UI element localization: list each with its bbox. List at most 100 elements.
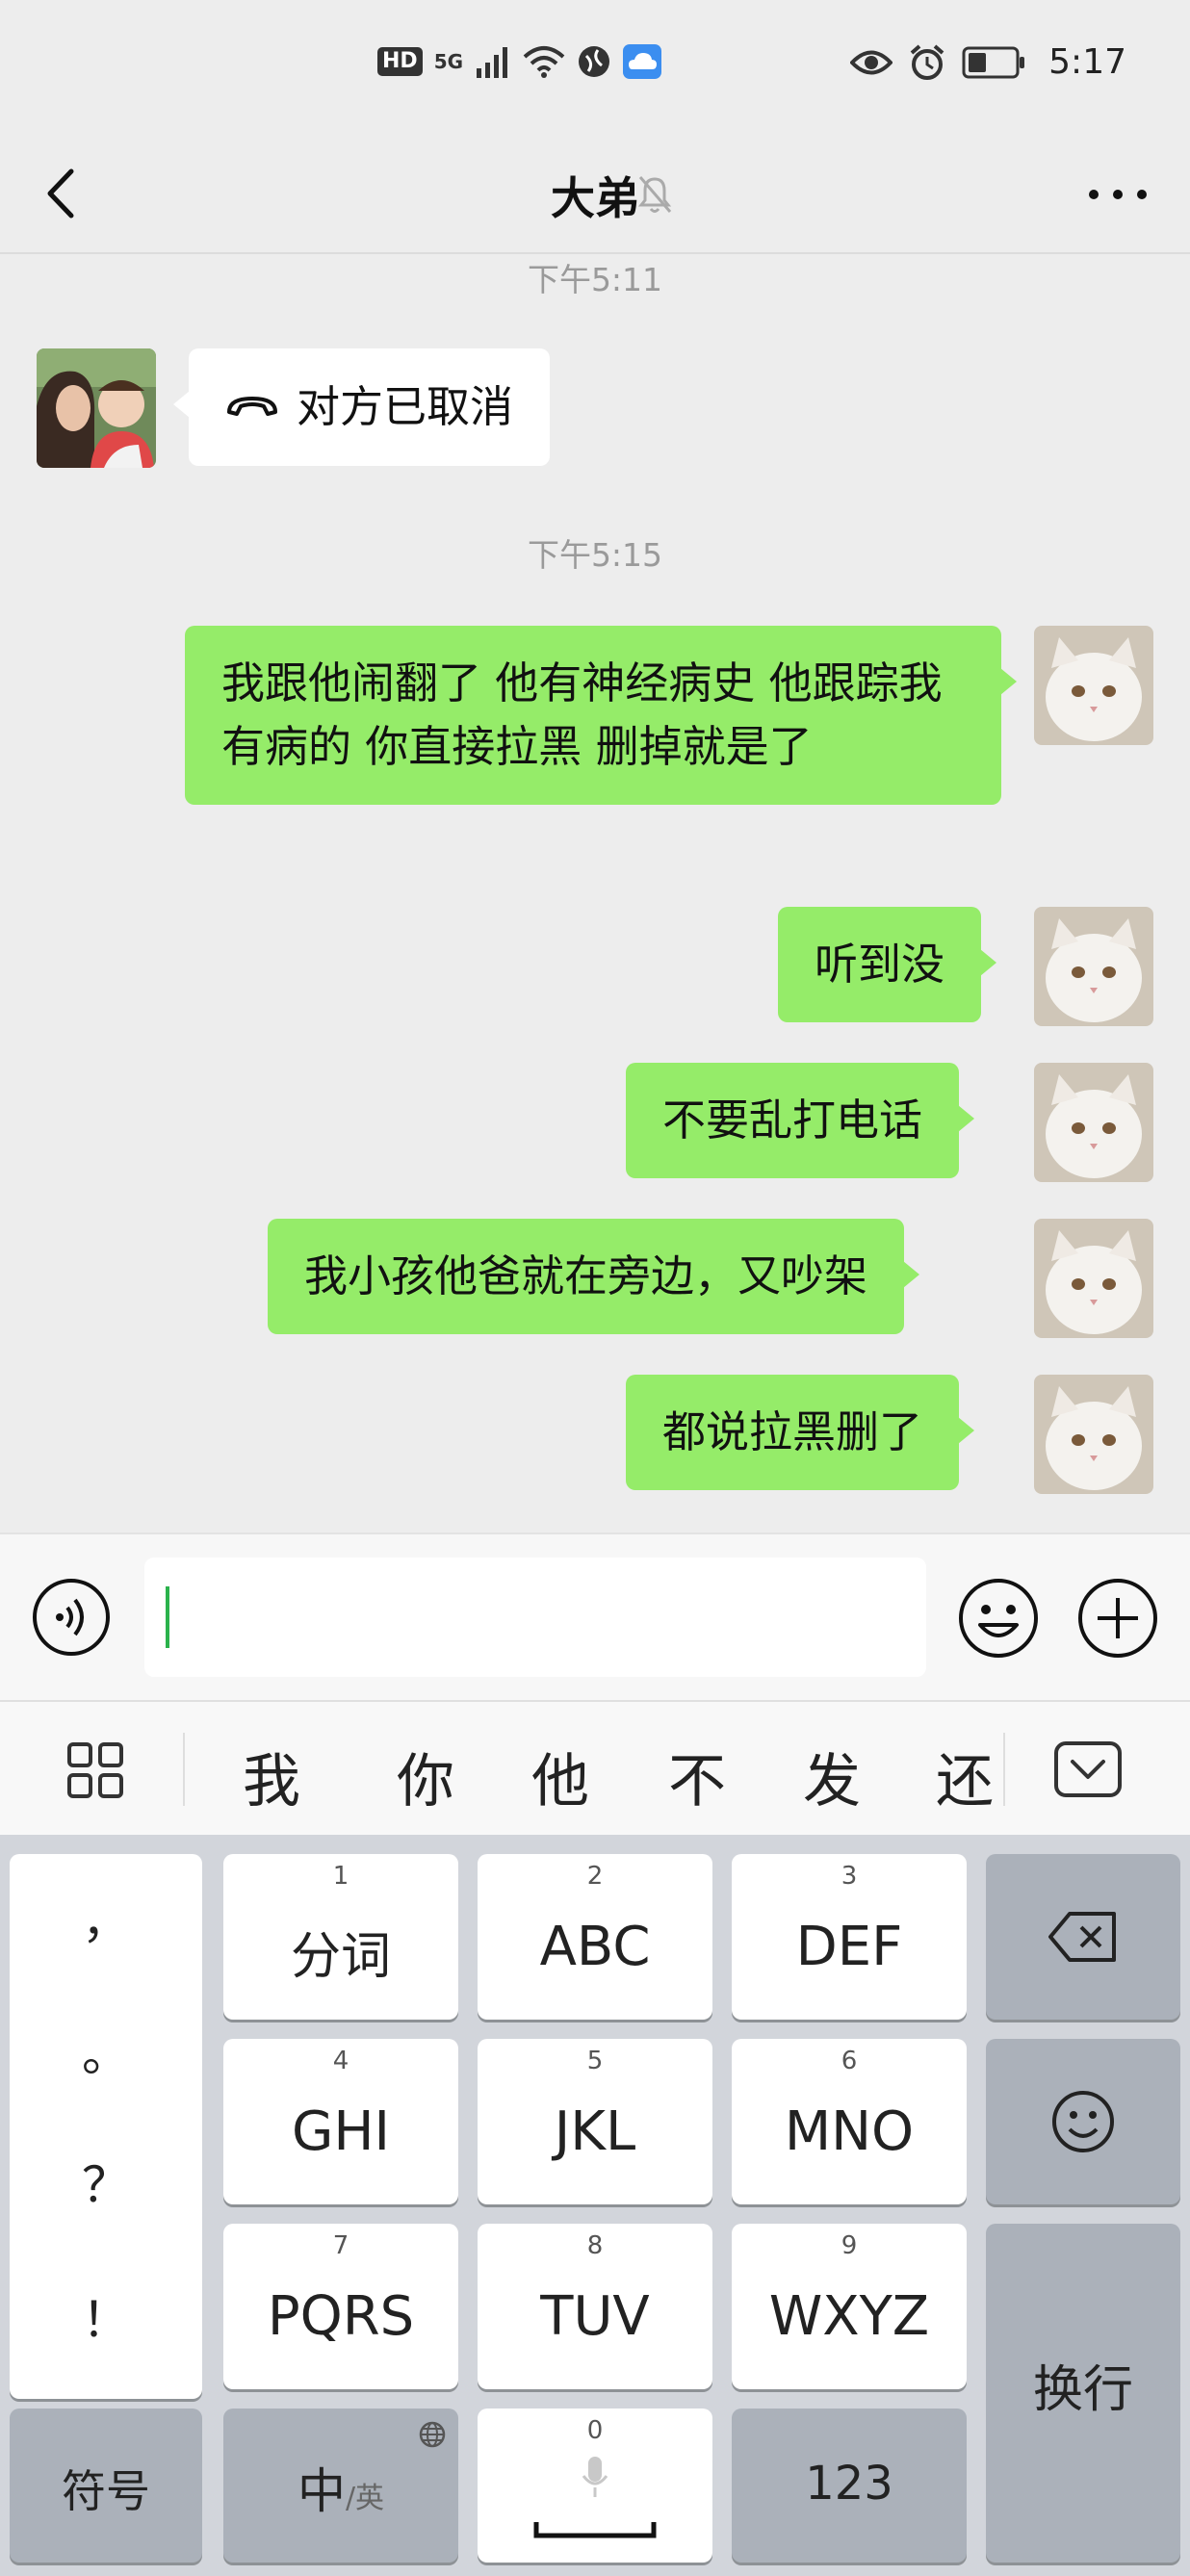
- key-number: 8: [586, 2231, 604, 2260]
- symbols-key[interactable]: 符号: [10, 2409, 202, 2563]
- globe-icon: [419, 2421, 446, 2448]
- key-number: 1: [332, 1862, 349, 1891]
- timestamp: 下午5:11: [527, 261, 663, 298]
- candidate-divider: [1003, 1733, 1005, 1806]
- more-icon[interactable]: [1084, 173, 1151, 216]
- key-number: 5: [586, 2047, 604, 2075]
- key-8[interactable]: 8 TUV: [478, 2224, 712, 2389]
- enter-key[interactable]: 换行: [986, 2224, 1180, 2563]
- mic-icon: [582, 2457, 608, 2497]
- candidate-word[interactable]: 我: [243, 1735, 300, 1818]
- punct-key-question[interactable]: ？: [10, 2147, 202, 2216]
- cloud-icon: [623, 44, 662, 79]
- status-bar: HD 5G 5:17: [0, 0, 1190, 135]
- signal-icon: [477, 47, 508, 78]
- message-list[interactable]: 下午5:11 对方已取消 下午5:15 我跟他闹翻了 他有神经病史 他跟踪我 有…: [0, 254, 1190, 1533]
- sent-message[interactable]: 听到没: [778, 907, 997, 1022]
- punctuation-column[interactable]: ， 。 ？ ！: [10, 1854, 202, 2399]
- numbers-key-label: 123: [805, 2457, 893, 2511]
- symbols-key-label: 符号: [62, 2465, 150, 2517]
- key-label: TUV: [540, 2285, 650, 2348]
- call-cancelled-bubble[interactable]: 对方已取消: [172, 348, 551, 466]
- candidate-word[interactable]: 发: [803, 1735, 861, 1818]
- key-7[interactable]: 7 PQRS: [223, 2224, 458, 2389]
- enter-key-label: 换行: [1032, 2361, 1133, 2419]
- candidate-bar: 我 你 他 不 发 还: [0, 1700, 1190, 1835]
- plus-icon[interactable]: [1076, 1577, 1159, 1660]
- key-label: WXYZ: [768, 2285, 930, 2348]
- key-label: ABC: [539, 1916, 651, 1978]
- key-label: MNO: [784, 2100, 915, 2163]
- status-time: 5:17: [1048, 42, 1126, 82]
- key-number: 7: [332, 2231, 349, 2260]
- key-label: 分词: [290, 1928, 391, 1986]
- chat-title[interactable]: 大弟: [0, 164, 1190, 227]
- key-5[interactable]: 5 JKL: [478, 2039, 712, 2204]
- message-input[interactable]: [144, 1558, 926, 1677]
- key-label: JKL: [554, 2100, 636, 2163]
- sent-message[interactable]: 不要乱打电话: [626, 1063, 975, 1178]
- language-label: 中/英: [223, 2453, 458, 2522]
- key-label: PQRS: [267, 2285, 415, 2348]
- my-avatar[interactable]: [1034, 626, 1153, 745]
- my-avatar[interactable]: [1034, 907, 1153, 1026]
- key-6[interactable]: 6 MNO: [732, 2039, 967, 2204]
- key-2[interactable]: 2 ABC: [478, 1854, 712, 2020]
- space-icon: [533, 2522, 657, 2538]
- input-bar: [0, 1533, 1190, 1700]
- voice-icon[interactable]: [31, 1577, 112, 1658]
- my-avatar[interactable]: [1034, 1219, 1153, 1338]
- language-key[interactable]: 中/英: [223, 2409, 458, 2563]
- hide-keyboard-icon[interactable]: [1053, 1740, 1123, 1798]
- text-caret: [166, 1586, 169, 1648]
- my-avatar[interactable]: [1034, 1063, 1153, 1182]
- grid-icon[interactable]: [65, 1740, 125, 1800]
- key-label: GHI: [291, 2100, 391, 2163]
- numbers-key[interactable]: 123: [732, 2409, 967, 2563]
- alarm-icon: [910, 43, 944, 80]
- backspace-key[interactable]: [986, 1854, 1180, 2020]
- candidate-word[interactable]: 你: [397, 1735, 454, 1818]
- timestamp: 下午5:15: [527, 536, 663, 574]
- key-label: DEF: [795, 1916, 903, 1978]
- chat-header: 大弟: [0, 135, 1190, 254]
- battery-icon: [962, 46, 1025, 78]
- key-9[interactable]: 9 WXYZ: [732, 2224, 967, 2389]
- smiley-icon: [1052, 2091, 1114, 2152]
- candidate-divider: [183, 1733, 185, 1806]
- my-avatar[interactable]: [1034, 1375, 1153, 1494]
- call-status-text: 对方已取消: [297, 381, 514, 432]
- candidate-word[interactable]: 不: [668, 1735, 726, 1818]
- key-number: 6: [841, 2047, 858, 2075]
- emoji-icon[interactable]: [957, 1577, 1040, 1660]
- key-number: 0: [586, 2416, 604, 2445]
- candidate-word[interactable]: 还: [936, 1735, 994, 1818]
- language-main: 中: [297, 2463, 346, 2519]
- contact-avatar[interactable]: [37, 348, 156, 468]
- key-number: 3: [841, 1862, 858, 1891]
- keyboard: ， 。 ？ ！ 1 分词 2 ABC 3 DEF 4 GHI 5 JKL 6 M…: [0, 1835, 1190, 2576]
- key-4[interactable]: 4 GHI: [223, 2039, 458, 2204]
- key-number: 2: [586, 1862, 604, 1891]
- phone-hangup-icon: [227, 397, 277, 416]
- candidate-word[interactable]: 他: [531, 1735, 589, 1818]
- mute-bell-icon: [637, 176, 672, 213]
- language-sub: /英: [345, 2482, 385, 2515]
- sent-message[interactable]: 我小孩他爸就在旁边，又吵架: [268, 1219, 920, 1334]
- key-1[interactable]: 1 分词: [223, 1854, 458, 2020]
- sent-message[interactable]: 我跟他闹翻了 他有神经病史 他跟踪我 有病的 你直接拉黑 删掉就是了: [185, 626, 1017, 805]
- network-label: 5G: [433, 50, 464, 73]
- punct-key-comma[interactable]: ，: [10, 1883, 202, 1952]
- key-3[interactable]: 3 DEF: [732, 1854, 967, 2020]
- key-number: 9: [841, 2231, 858, 2260]
- wifi-icon: [523, 46, 565, 78]
- punct-key-exclaim[interactable]: ！: [10, 2281, 202, 2351]
- status-left: HD 5G: [377, 44, 662, 79]
- sent-message[interactable]: 都说拉黑删了: [626, 1375, 975, 1490]
- eye-icon: [850, 50, 893, 74]
- punct-key-period[interactable]: 。: [10, 2016, 202, 2085]
- emoji-key[interactable]: [986, 2039, 1180, 2204]
- space-key[interactable]: 0: [478, 2409, 712, 2563]
- key-number: 4: [332, 2047, 349, 2075]
- backspace-icon: [1048, 1912, 1116, 1962]
